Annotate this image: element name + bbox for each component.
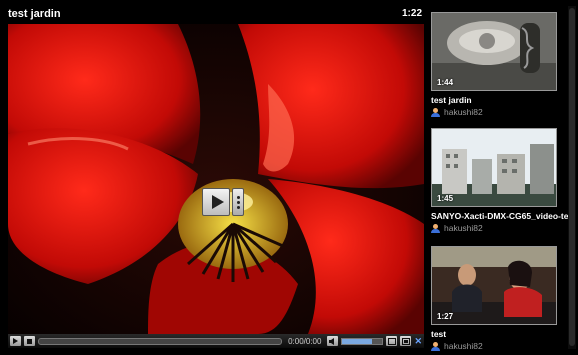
user-icon [431, 223, 440, 233]
seek-bar[interactable] [38, 337, 283, 345]
play-icon[interactable] [10, 336, 21, 346]
related-user[interactable]: hakushi82 [431, 223, 483, 233]
popout-icon[interactable] [386, 336, 398, 346]
video-duration: 1:22 [402, 8, 423, 19]
username[interactable]: hakushi82 [444, 223, 483, 233]
video-player[interactable] [8, 24, 424, 334]
user-icon [431, 341, 440, 351]
menu-button[interactable] [232, 188, 244, 216]
scrollbar[interactable] [568, 6, 576, 349]
volume-fill [342, 338, 373, 344]
thumbnail-duration: 1:45 [437, 194, 454, 203]
related-title[interactable]: test jardin [431, 95, 472, 105]
volume-slider[interactable] [341, 337, 384, 345]
related-title[interactable]: SANYO-Xacti-DMX-CG65_video-test [431, 211, 576, 221]
video-frame [8, 24, 424, 334]
user-icon [431, 107, 440, 117]
overlay-controls [202, 188, 244, 216]
related-user[interactable]: hakushi82 [431, 341, 483, 351]
stop-icon[interactable] [24, 336, 35, 346]
big-play-button[interactable] [202, 188, 230, 216]
video-title: test jardin [8, 8, 61, 20]
username[interactable]: hakushi82 [444, 341, 483, 351]
time-display: 0:00/0:00 [288, 336, 322, 346]
speaker-icon[interactable] [327, 336, 339, 346]
control-bar: 0:00/0:00 ✕ [8, 334, 424, 348]
username[interactable]: hakushi82 [444, 107, 483, 117]
scrollbar-thumb[interactable] [569, 8, 575, 346]
related-title[interactable]: test [431, 329, 446, 339]
thumbnail[interactable]: 1:44 [431, 12, 557, 91]
fullscreen-icon[interactable] [400, 336, 412, 346]
thumbnail[interactable]: 1:27 [431, 246, 557, 325]
x-icon[interactable]: ✕ [414, 336, 422, 347]
thumbnail-duration: 1:44 [437, 78, 454, 87]
thumbnail-duration: 1:27 [437, 312, 454, 321]
related-user[interactable]: hakushi82 [431, 107, 483, 117]
thumbnail[interactable]: 1:45 [431, 128, 557, 207]
